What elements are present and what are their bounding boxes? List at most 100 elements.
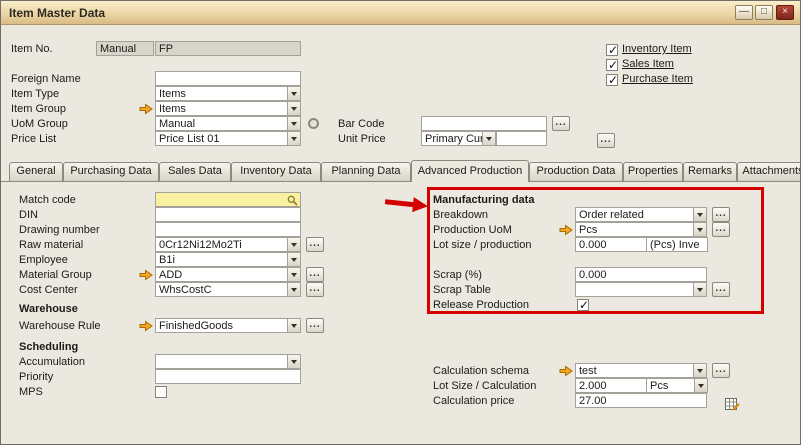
uom-group-select[interactable]: Manual [155,116,301,131]
chevron-down-icon[interactable] [287,102,300,115]
warehouse-rule-label: Warehouse Rule [19,320,101,333]
lot-size-calculation-field[interactable]: 2.000 [575,378,647,393]
chevron-down-icon[interactable] [693,364,706,377]
raw-material-label: Raw material [19,239,83,252]
chevron-down-icon[interactable] [287,253,300,266]
production-uom-select[interactable]: Pcs [575,222,707,237]
sales-item-checkbox[interactable] [606,59,618,71]
link-arrow-icon[interactable] [559,224,573,236]
calculation-schema-select[interactable]: test [575,363,707,378]
raw-material-select[interactable]: 0Cr12Ni12Mo2Ti [155,237,301,252]
calculation-schema-label: Calculation schema [433,365,529,378]
link-arrow-icon[interactable] [139,320,153,332]
lot-size-production-field[interactable]: 0.000 [575,237,647,252]
item-group-select[interactable]: Items [155,101,301,116]
priority-label: Priority [19,371,53,384]
tab-properties[interactable]: Properties [623,162,683,181]
link-arrow-icon[interactable] [139,269,153,281]
purchase-item-checkbox[interactable] [606,74,618,86]
sales-item-label: Sales Item [622,58,674,71]
priority-field[interactable] [155,369,301,384]
mps-checkbox[interactable] [155,386,167,398]
chevron-down-icon[interactable] [287,268,300,281]
cost-center-select[interactable]: WhsCostC [155,282,301,297]
tab-inventory-data[interactable]: Inventory Data [231,162,321,181]
employee-select[interactable]: B1i [155,252,301,267]
accumulation-label: Accumulation [19,356,85,369]
tab-production-data[interactable]: Production Data [529,162,623,181]
info-circle-icon[interactable] [308,118,319,129]
search-icon[interactable] [287,195,298,207]
material-group-select[interactable]: ADD [155,267,301,282]
foreign-name-field[interactable] [155,71,301,86]
bar-code-label: Bar Code [338,118,384,131]
warehouse-rule-select[interactable]: FinishedGoods [155,318,301,333]
unit-price-browse-button[interactable]: ... [597,133,615,148]
title-bar[interactable]: Item Master Data — □ × [1,1,800,25]
employee-label: Employee [19,254,68,267]
tab-purchasing-data[interactable]: Purchasing Data [63,162,159,181]
link-arrow-icon[interactable] [139,103,153,115]
raw-material-browse-button[interactable]: ... [306,237,324,252]
lot-size-calculation-uom-select[interactable]: Pcs [646,378,708,393]
item-no-mode-field[interactable]: Manual [96,41,154,56]
calculator-icon[interactable] [725,398,740,415]
chevron-down-icon[interactable] [287,283,300,296]
production-uom-browse-button[interactable]: ... [712,222,730,237]
scrap-table-select[interactable] [575,282,707,297]
scheduling-section-header: Scheduling [19,341,78,354]
release-production-checkbox[interactable] [577,299,589,311]
chevron-down-icon[interactable] [287,319,300,332]
restore-button[interactable]: □ [755,5,773,20]
calculation-price-field[interactable]: 27.00 [575,393,707,408]
window-title: Item Master Data [9,6,105,20]
breakdown-select[interactable]: Order related [575,207,707,222]
chevron-down-icon[interactable] [693,223,706,236]
unit-price-field[interactable] [496,131,547,146]
tab-remarks[interactable]: Remarks [683,162,737,181]
unit-price-currency-select[interactable]: Primary Curr [421,131,496,146]
tab-sales-data[interactable]: Sales Data [159,162,231,181]
chevron-down-icon[interactable] [482,132,495,145]
cost-center-browse-button[interactable]: ... [306,282,324,297]
tab-attachments[interactable]: Attachments [737,162,801,181]
chevron-down-icon[interactable] [287,117,300,130]
link-arrow-icon[interactable] [559,365,573,377]
item-type-select[interactable]: Items [155,86,301,101]
price-list-select[interactable]: Price List 01 [155,131,301,146]
chevron-down-icon[interactable] [287,132,300,145]
bar-code-field[interactable] [421,116,547,131]
inventory-item-label: Inventory Item [622,43,692,56]
chevron-down-icon[interactable] [287,238,300,251]
tab-planning-data[interactable]: Planning Data [321,162,411,181]
close-button[interactable]: × [776,5,794,20]
chevron-down-icon[interactable] [693,283,706,296]
scrap-percent-field[interactable]: 0.000 [575,267,707,282]
tab-general[interactable]: General [9,162,63,181]
din-field[interactable] [155,207,301,222]
drawing-number-field[interactable] [155,222,301,237]
accumulation-select[interactable] [155,354,301,369]
match-code-label: Match code [19,194,76,207]
calculation-schema-browse-button[interactable]: ... [712,363,730,378]
mps-label: MPS [19,386,43,399]
item-no-label: Item No. [11,43,53,56]
chevron-down-icon[interactable] [694,379,707,392]
material-group-browse-button[interactable]: ... [306,267,324,282]
unit-price-label: Unit Price [338,133,386,146]
inventory-item-checkbox[interactable] [606,44,618,56]
match-code-field[interactable] [155,192,301,207]
chevron-down-icon[interactable] [287,355,300,368]
bar-code-browse-button[interactable]: ... [552,116,570,131]
chevron-down-icon[interactable] [693,208,706,221]
chevron-down-icon[interactable] [287,87,300,100]
item-group-value: Items [159,103,186,115]
warehouse-rule-browse-button[interactable]: ... [306,318,324,333]
cost-center-value: WhsCostC [159,284,212,296]
tab-advanced-production[interactable]: Advanced Production [411,160,529,182]
scrap-table-browse-button[interactable]: ... [712,282,730,297]
item-no-field[interactable]: FP [155,41,301,56]
minimize-button[interactable]: — [735,5,753,20]
breakdown-browse-button[interactable]: ... [712,207,730,222]
unit-price-currency-value: Primary Curr [425,133,487,145]
